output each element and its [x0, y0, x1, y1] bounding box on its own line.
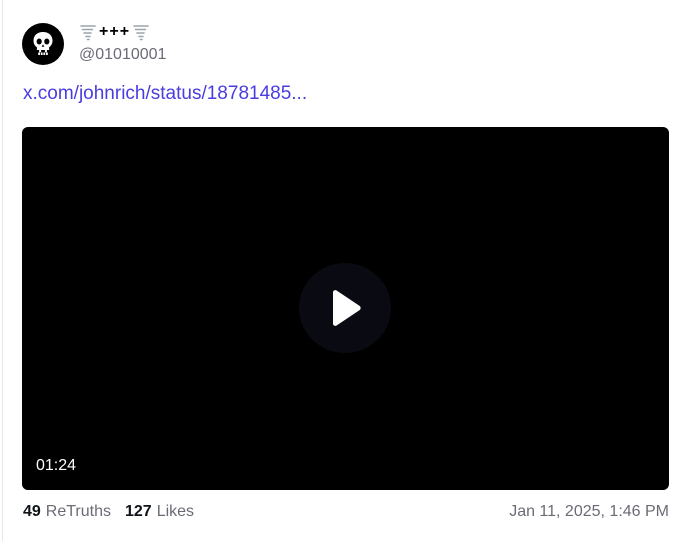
- video-duration: 01:24: [36, 457, 77, 474]
- retruths-count: 49: [23, 503, 41, 520]
- likes-stat[interactable]: 127 Likes: [125, 501, 194, 523]
- likes-count: 127: [125, 503, 152, 520]
- tornado-emoji-left: [80, 25, 96, 41]
- post-link[interactable]: x.com/johnrich/status/18781485...: [23, 82, 307, 106]
- skull-icon: [33, 32, 53, 55]
- likes-label: Likes: [156, 503, 195, 520]
- post-card: +++ @01010001 x.com/johnrich/status/1878…: [2, 0, 684, 541]
- avatar[interactable]: [22, 23, 64, 65]
- post-footer: 49 ReTruths 127 Likes Jan 11, 2025, 1:46…: [23, 501, 669, 523]
- tornado-emoji-right: [133, 25, 149, 41]
- author-handle[interactable]: @01010001: [79, 44, 166, 66]
- play-button[interactable]: [299, 263, 391, 353]
- play-icon: [333, 290, 361, 326]
- video-player[interactable]: 01:24: [22, 127, 669, 490]
- post-timestamp[interactable]: Jan 11, 2025, 1:46 PM: [509, 501, 669, 523]
- post-header: +++ @01010001: [22, 23, 166, 66]
- retruths-label: ReTruths: [45, 503, 111, 520]
- display-name[interactable]: +++: [79, 21, 166, 43]
- author-names: +++ @01010001: [79, 21, 166, 66]
- display-name-text: +++: [99, 23, 131, 40]
- retruths-stat[interactable]: 49 ReTruths: [23, 501, 111, 523]
